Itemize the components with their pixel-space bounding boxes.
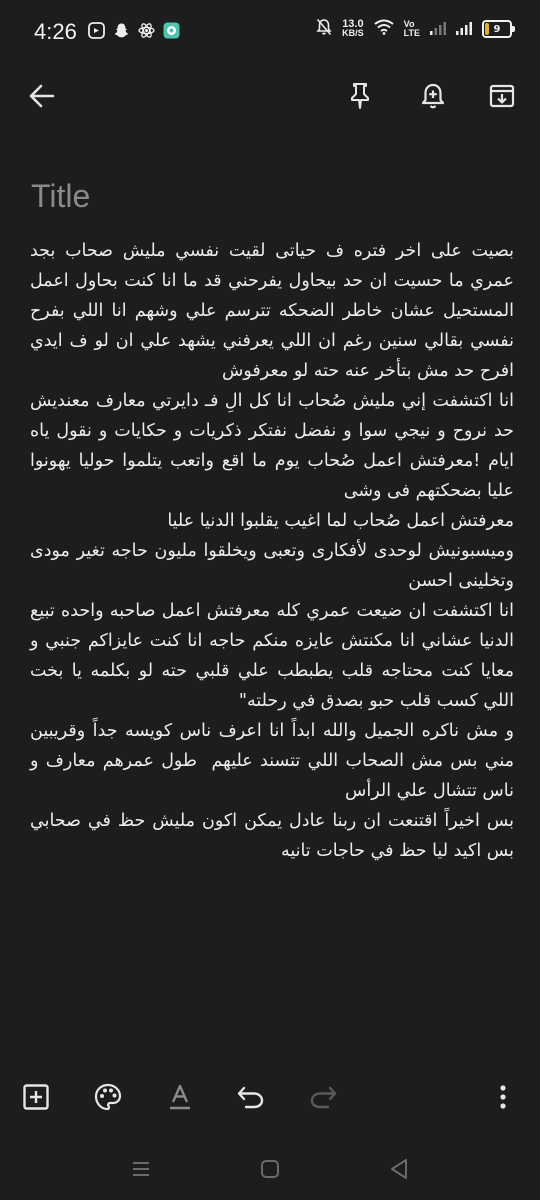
palette-icon: [94, 1083, 122, 1111]
volte-indicator: Vo LTE: [404, 20, 420, 38]
add-content-button[interactable]: [11, 1072, 61, 1122]
battery-icon: 9: [482, 20, 515, 38]
home-button[interactable]: [253, 1152, 287, 1186]
status-time: 4:26: [34, 19, 77, 44]
notification-app-icon: [88, 22, 105, 39]
add-reminder-button[interactable]: [405, 68, 461, 124]
status-bar: 4:26 13.0 KB/S Vo LTE 9: [0, 0, 540, 64]
pin-icon: [351, 83, 369, 109]
redo-icon: [310, 1086, 337, 1109]
redo-button[interactable]: [298, 1072, 348, 1122]
back-arrow-icon: [29, 84, 55, 108]
net-speed-unit: KB/S: [342, 28, 364, 38]
more-options-button[interactable]: [478, 1072, 528, 1122]
system-status-icons: 13.0 KB/S Vo LTE 9: [316, 18, 515, 40]
notification-icons: [88, 22, 180, 39]
react-icon: [138, 22, 155, 39]
undo-icon: [237, 1086, 264, 1109]
nav-back-button[interactable]: [382, 1152, 416, 1186]
text-format-button[interactable]: [155, 1072, 205, 1122]
text-format-icon: [170, 1084, 190, 1110]
editor-bottom-bar: [0, 1072, 540, 1126]
messaging-app-icon: [163, 22, 180, 39]
note-toolbar: [0, 68, 540, 128]
volte-bottom: LTE: [403, 28, 420, 38]
note-title-input[interactable]: Title: [31, 178, 90, 215]
note-body-text[interactable]: بصيت على اخر فتره ف حياتى لقيت نفسي مليش…: [30, 236, 514, 866]
recents-button[interactable]: [124, 1152, 158, 1186]
add-box-icon: [23, 1084, 49, 1110]
add-reminder-icon: [421, 83, 445, 109]
archive-button[interactable]: [474, 68, 530, 124]
back-button[interactable]: [14, 68, 70, 124]
pin-button[interactable]: [332, 68, 388, 124]
signal-icon: [456, 20, 472, 39]
battery-level: 9: [493, 23, 501, 35]
home-icon: [261, 1160, 279, 1178]
background-color-button[interactable]: [83, 1072, 133, 1122]
mute-bell-icon: [316, 18, 332, 40]
net-speed: 13.0 KB/S: [342, 19, 364, 38]
system-nav-bar: [0, 1138, 540, 1200]
signal-icon: [430, 20, 446, 39]
more-vert-icon: [500, 1085, 506, 1109]
archive-icon: [489, 84, 515, 108]
recents-icon: [133, 1162, 149, 1176]
undo-button[interactable]: [226, 1072, 276, 1122]
back-triangle-icon: [391, 1159, 407, 1179]
wifi-icon: [374, 19, 394, 39]
snapchat-icon: [113, 22, 130, 39]
